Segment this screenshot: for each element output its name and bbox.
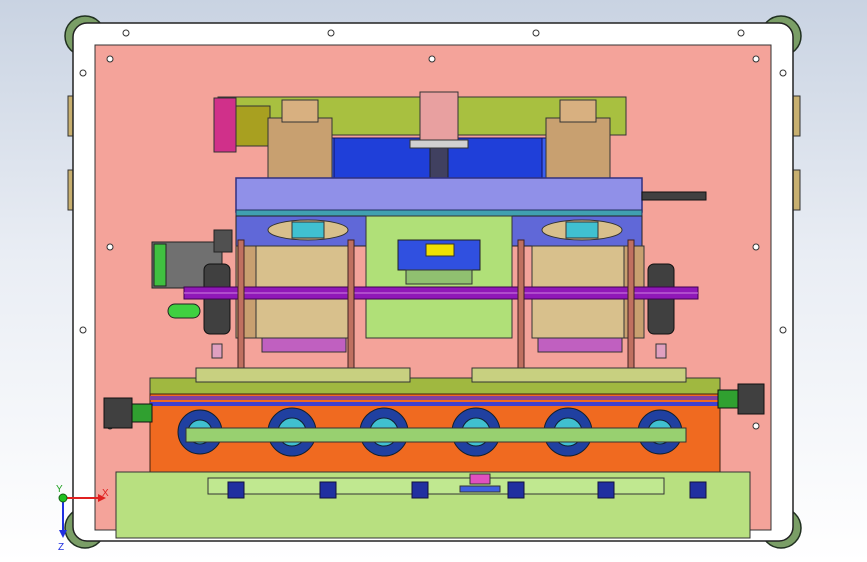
magenta-block bbox=[469, 473, 491, 485]
left-bearing-block bbox=[267, 117, 333, 181]
magenta-bracket bbox=[213, 97, 237, 153]
assembly-drawing: X Y Z bbox=[56, 15, 802, 553]
green-pill bbox=[167, 303, 201, 319]
lavender-plate bbox=[235, 177, 643, 213]
triad-x-label: X bbox=[102, 488, 109, 499]
lime-crossbar bbox=[185, 427, 687, 443]
center-actuator bbox=[419, 91, 459, 145]
cad-viewport[interactable]: X Y Z bbox=[0, 0, 867, 562]
triad-y-label: Y bbox=[56, 484, 63, 495]
triad-z-label: Z bbox=[58, 542, 64, 553]
right-bearing-block bbox=[545, 117, 611, 181]
